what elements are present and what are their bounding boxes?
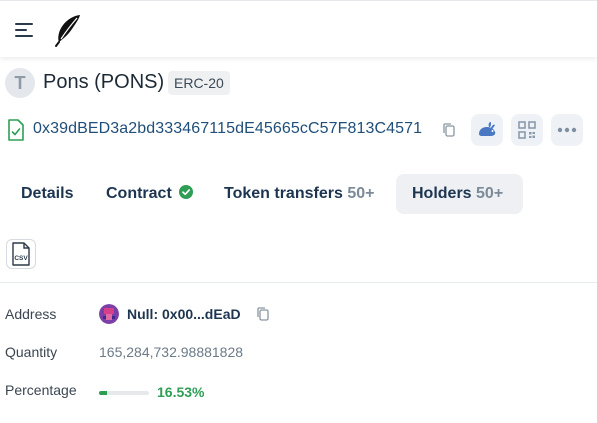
tab-token-transfers[interactable]: Token transfers 50+ — [208, 174, 390, 214]
percentage-progress-fill — [99, 391, 108, 395]
more-button[interactable] — [551, 114, 583, 146]
qr-code-button[interactable] — [511, 114, 543, 146]
percentage-value: 16.53% — [157, 384, 205, 400]
csv-download-button[interactable]: CSV — [6, 239, 36, 269]
verified-contract-icon — [8, 119, 24, 141]
tab-count: 50+ — [476, 185, 504, 202]
contract-address[interactable]: 0x39dBED3a2bd333467115dE45665cC57F813C45… — [33, 120, 422, 138]
token-standard-badge: ERC-20 — [168, 71, 230, 95]
copy-icon[interactable] — [441, 122, 457, 138]
tab-label: Contract — [106, 185, 172, 202]
token-title: Pons (PONS) — [43, 71, 165, 93]
quantity-value: 165,284,732.98881828 — [99, 344, 244, 360]
tab-contract[interactable]: Contract — [90, 174, 209, 214]
percentage-label: Percentage — [5, 382, 77, 398]
hamburger-menu-icon[interactable] — [15, 23, 35, 37]
tab-label: Details — [21, 185, 74, 202]
tab-label: Token transfers — [224, 185, 343, 202]
token-avatar: T — [5, 68, 35, 98]
qr-code-icon — [518, 121, 536, 139]
tab-count: 50+ — [347, 185, 375, 202]
holder-address-link[interactable]: Null: 0x00...dEaD — [127, 306, 241, 322]
divider — [0, 282, 597, 283]
feather-quill-icon[interactable] — [53, 13, 83, 47]
address-label: Address — [5, 306, 57, 322]
tab-details[interactable]: Details — [5, 174, 89, 214]
verified-check-icon — [179, 185, 194, 199]
rabbit-button[interactable] — [471, 114, 503, 146]
holder-avatar — [99, 304, 119, 324]
copy-icon[interactable] — [255, 306, 271, 322]
csv-file-icon: CSV — [12, 242, 30, 266]
top-bar — [0, 0, 597, 57]
tab-label: Holders — [412, 185, 472, 202]
rabbit-icon — [479, 122, 496, 136]
csv-label: CSV — [14, 255, 28, 262]
quantity-label: Quantity — [5, 344, 58, 360]
more-icon — [557, 127, 577, 133]
percentage-progress-bar — [99, 391, 149, 395]
tab-holders[interactable]: Holders 50+ — [396, 174, 523, 214]
